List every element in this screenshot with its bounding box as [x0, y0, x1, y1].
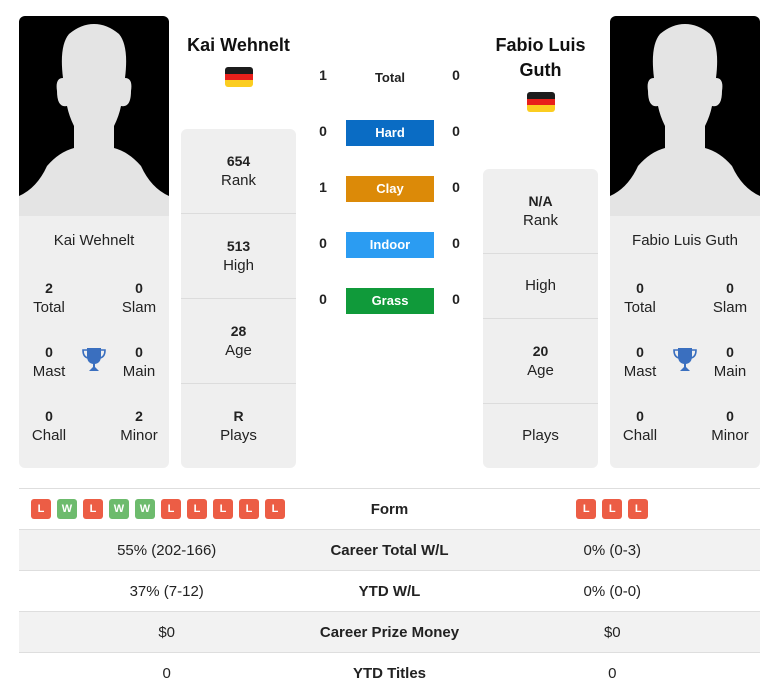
player1-titles-card: Kai Wehnelt 2 Total 0 Slam 0 Mast 0 Main 0 Ch…	[19, 216, 169, 468]
player1-total-titles: 2 Total	[33, 280, 65, 316]
row-label: Career Prize Money	[314, 611, 465, 653]
silhouette-icon	[610, 24, 760, 216]
player2-value: 0% (0-0)	[464, 570, 760, 612]
table-row: 0 YTD Titles 0	[19, 652, 760, 694]
trophy-icon	[82, 347, 106, 373]
comparison-table: LWLWWLLLLL Form LLL 55% (202-166) Career…	[19, 488, 760, 694]
player2-value: $0	[464, 611, 760, 653]
player2-form-badge-loss[interactable]: L	[628, 499, 649, 519]
player1-photo	[19, 16, 169, 216]
row-label: Career Total W/L	[314, 529, 465, 571]
player1-form: LWLWWLLLLL	[19, 488, 315, 530]
player2-rank: N/A Rank	[483, 169, 598, 254]
player1-high: 513 High	[181, 214, 296, 299]
player1-name[interactable]: Kai Wehnelt	[181, 33, 296, 58]
player1-main-titles: 0 Main	[122, 344, 156, 380]
table-row: 55% (202-166) Career Total W/L 0% (0-3)	[19, 529, 760, 571]
player1-minor-titles: 2 Minor	[120, 408, 158, 444]
h2h-total-p2: 0	[452, 67, 460, 83]
germany-flag-icon	[527, 92, 555, 112]
trophy-icon	[673, 347, 697, 373]
row-label: YTD W/L	[314, 570, 465, 612]
silhouette-icon	[19, 24, 169, 216]
player2-main-titles: 0 Main	[713, 344, 747, 380]
table-row-form: LWLWWLLLLL Form LLL	[19, 488, 760, 530]
player1-form-badge-loss[interactable]: L	[213, 499, 233, 519]
player2-chall-titles: 0 Chall	[622, 408, 658, 444]
h2h-clay-p1: 1	[319, 179, 327, 195]
player1-plays: R Plays	[220, 408, 257, 444]
row-label: YTD Titles	[314, 652, 465, 694]
h2h-indoor-p2: 0	[452, 235, 460, 251]
player1-value: $0	[19, 611, 315, 653]
player1-rank: 654 Rank	[181, 129, 296, 214]
player1-card-name: Kai Wehnelt	[53, 232, 135, 249]
h2h-total-p1: 1	[319, 67, 327, 83]
player2-form: LLL	[464, 488, 760, 530]
player2-slam-titles: 0 Slam	[712, 280, 748, 316]
player1-form-badge-loss[interactable]: L	[265, 499, 285, 519]
player2-titles-card: Fabio Luis Guth 0 Total 0 Slam 0 Mast 0 Main…	[610, 216, 760, 468]
player2-plays: Plays	[522, 427, 559, 444]
germany-flag-icon	[225, 67, 253, 87]
h2h-hard-p2: 0	[452, 123, 460, 139]
player1-form-badge-loss[interactable]: L	[187, 499, 207, 519]
h2h-grass-p1: 0	[319, 291, 327, 307]
surface-clay-button[interactable]: Clay	[346, 176, 434, 202]
table-row: 37% (7-12) YTD W/L 0% (0-0)	[19, 570, 760, 612]
player1-stats-box: 654 Rank 513 High 28 Age R Plays	[181, 129, 296, 468]
player1-form-badge-win[interactable]: W	[57, 499, 77, 519]
player1-form-badge-loss[interactable]: L	[161, 499, 181, 519]
player1-form-badge-win[interactable]: W	[135, 499, 155, 519]
player1-value: 55% (202-166)	[19, 529, 315, 571]
player2-name[interactable]: Fabio Luis Guth	[483, 33, 598, 83]
surface-hard-button[interactable]: Hard	[346, 120, 434, 146]
h2h-total-label: Total	[374, 70, 406, 85]
player2-value: 0	[464, 652, 760, 694]
player2-minor-titles: 0 Minor	[711, 408, 749, 444]
player1-form-badge-loss[interactable]: L	[83, 499, 103, 519]
player2-value: 0% (0-3)	[464, 529, 760, 571]
player2-high: High	[483, 254, 598, 319]
surface-indoor-button[interactable]: Indoor	[346, 232, 434, 258]
player1-form-badge-win[interactable]: W	[109, 499, 129, 519]
player2-total-titles: 0 Total	[624, 280, 656, 316]
player1-slam-titles: 0 Slam	[121, 280, 157, 316]
player2-age: 20 Age	[483, 319, 598, 404]
player1-value: 0	[19, 652, 315, 694]
player2-stats-box: N/A Rank High 20 Age Plays	[483, 169, 598, 468]
surface-grass-button[interactable]: Grass	[346, 288, 434, 314]
h2h-clay-p2: 0	[452, 179, 460, 195]
player1-form-badge-loss[interactable]: L	[239, 499, 259, 519]
row-label: Form	[314, 488, 465, 530]
player1-form-badge-loss[interactable]: L	[31, 499, 51, 519]
player1-value: 37% (7-12)	[19, 570, 315, 612]
player1-chall-titles: 0 Chall	[31, 408, 67, 444]
player2-mast-titles: 0 Mast	[623, 344, 657, 380]
table-row: $0 Career Prize Money $0	[19, 611, 760, 653]
player2-card-name: Fabio Luis Guth	[632, 232, 738, 249]
h2h-grass-p2: 0	[452, 291, 460, 307]
player2-photo	[610, 16, 760, 216]
player1-age: 28 Age	[181, 299, 296, 384]
h2h-hard-p1: 0	[319, 123, 327, 139]
player1-mast-titles: 0 Mast	[32, 344, 66, 380]
h2h-indoor-p1: 0	[319, 235, 327, 251]
player2-form-badge-loss[interactable]: L	[602, 499, 623, 519]
player2-form-badge-loss[interactable]: L	[576, 499, 597, 519]
